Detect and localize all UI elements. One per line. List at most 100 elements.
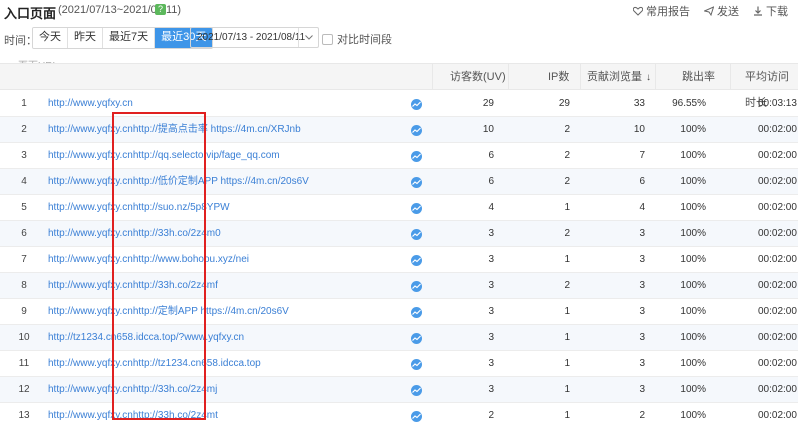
yesterday-button[interactable]: 昨天 [68,28,103,48]
table-header: 访客数(UV) IP数 贡献浏览量 ↓ 跳出率 平均访问时长 [0,63,798,109]
sort-down-icon: ↓ [646,72,651,83]
pv-value: 6 [639,176,645,187]
bounce-value: 100% [680,306,706,317]
trend-icon[interactable] [411,255,422,266]
column-divider [580,64,581,90]
avg-duration-value: 00:02:00 [758,228,797,239]
uv-value: 10 [482,124,494,135]
row-number: 2 [21,124,27,135]
uv-value: 6 [488,176,494,187]
row-number: 5 [21,202,27,213]
avg-duration-value: 00:02:00 [758,202,797,213]
ip-value: 1 [564,202,570,213]
ip-value: 1 [564,306,570,317]
send-icon [704,6,714,16]
avg-duration-value: 00:02:00 [758,410,797,421]
time-range-buttons: 今天 昨天 最近7天 最近30天 [32,27,214,49]
time-toolbar: 时间： 今天 昨天 最近7天 最近30天 2021/07/13 - 2021/0… [0,25,798,51]
send-button[interactable]: 发送 [704,3,739,19]
trend-icon[interactable] [411,307,422,318]
uv-value: 29 [482,98,494,109]
avg-duration-value: 00:02:00 [758,150,797,161]
bounce-column-header[interactable]: 跳出率 [682,64,715,90]
ip-value: 1 [564,332,570,343]
trend-icon[interactable] [411,203,422,214]
pv-value: 4 [639,202,645,213]
trend-icon[interactable] [411,411,422,422]
row-number: 7 [21,254,27,265]
row-number: 3 [21,150,27,161]
avg-duration-value: 00:02:00 [758,254,797,265]
bounce-value: 100% [680,410,706,421]
favorite-report-button[interactable]: 常用报告 [633,3,690,19]
avg-duration-value: 00:02:00 [758,306,797,317]
avg-duration-value: 00:02:00 [758,332,797,343]
row-number: 10 [18,332,30,343]
row-number: 6 [21,228,27,239]
ip-value: 2 [564,176,570,187]
help-icon[interactable]: ? [155,4,166,15]
row-number: 12 [18,384,30,395]
avg-duration-value: 00:02:00 [758,384,797,395]
pv-value: 2 [639,410,645,421]
download-button[interactable]: 下载 [753,3,788,19]
ip-value: 1 [564,384,570,395]
uv-value: 6 [488,150,494,161]
ip-value: 1 [564,358,570,369]
bounce-value: 100% [680,332,706,343]
ip-value: 2 [564,228,570,239]
uv-value: 3 [488,358,494,369]
trend-icon[interactable] [411,151,422,162]
uv-value: 2 [488,410,494,421]
heart-icon [633,6,643,16]
bounce-value: 100% [680,280,706,291]
send-label: 发送 [717,6,739,18]
pv-value: 10 [633,124,645,135]
ip-column-header[interactable]: IP数 [548,64,569,90]
uv-column-header[interactable]: 访客数(UV) [450,64,506,90]
trend-icon[interactable] [411,99,422,110]
row-number: 1 [21,98,27,109]
row-number: 9 [21,306,27,317]
today-button[interactable]: 今天 [33,28,68,48]
uv-value: 3 [488,332,494,343]
avg-duration-value: 00:02:00 [758,280,797,291]
bounce-value: 100% [680,228,706,239]
trend-icon[interactable] [411,177,422,188]
bounce-value: 100% [680,124,706,135]
compare-checkbox[interactable] [322,33,333,45]
trend-icon[interactable] [411,281,422,292]
column-divider [655,64,656,90]
row-number: 8 [21,280,27,291]
bounce-value: 100% [680,176,706,187]
pv-value: 3 [639,332,645,343]
chevron-down-icon[interactable] [298,28,318,47]
trend-icon[interactable] [411,125,422,136]
bounce-value: 100% [680,384,706,395]
trend-icon[interactable] [411,385,422,396]
pv-value: 33 [633,98,645,109]
report-header: 入口页面 (2021/07/13~2021/08/11) ? 常用报告 发送 下… [0,0,798,22]
avg-duration-value: 00:03:13 [758,98,797,109]
compare-label: 对比时间段 [337,34,392,46]
trend-icon[interactable] [411,359,422,370]
ip-value: 29 [558,98,570,109]
column-divider [432,64,433,90]
ip-value: 1 [564,410,570,421]
trend-icon[interactable] [411,229,422,240]
trend-icon[interactable] [411,333,422,344]
pv-value: 3 [639,358,645,369]
row-number: 13 [18,410,30,421]
ip-value: 1 [564,254,570,265]
date-range-picker[interactable]: 2021/07/13 - 2021/08/11 [190,27,319,48]
avg-duration-column-header[interactable]: 平均访问时长 [745,64,798,109]
pv-value: 3 [639,228,645,239]
download-label: 下载 [766,6,788,18]
compare-toggle[interactable]: 对比时间段 [322,31,392,47]
last-7-days-button[interactable]: 最近7天 [103,28,156,48]
page-title: 入口页面 [4,7,57,22]
ip-value: 2 [564,124,570,135]
uv-value: 3 [488,280,494,291]
pv-column-label: 贡献浏览量 [587,71,642,83]
pv-column-header[interactable]: 贡献浏览量 ↓ [587,64,651,90]
